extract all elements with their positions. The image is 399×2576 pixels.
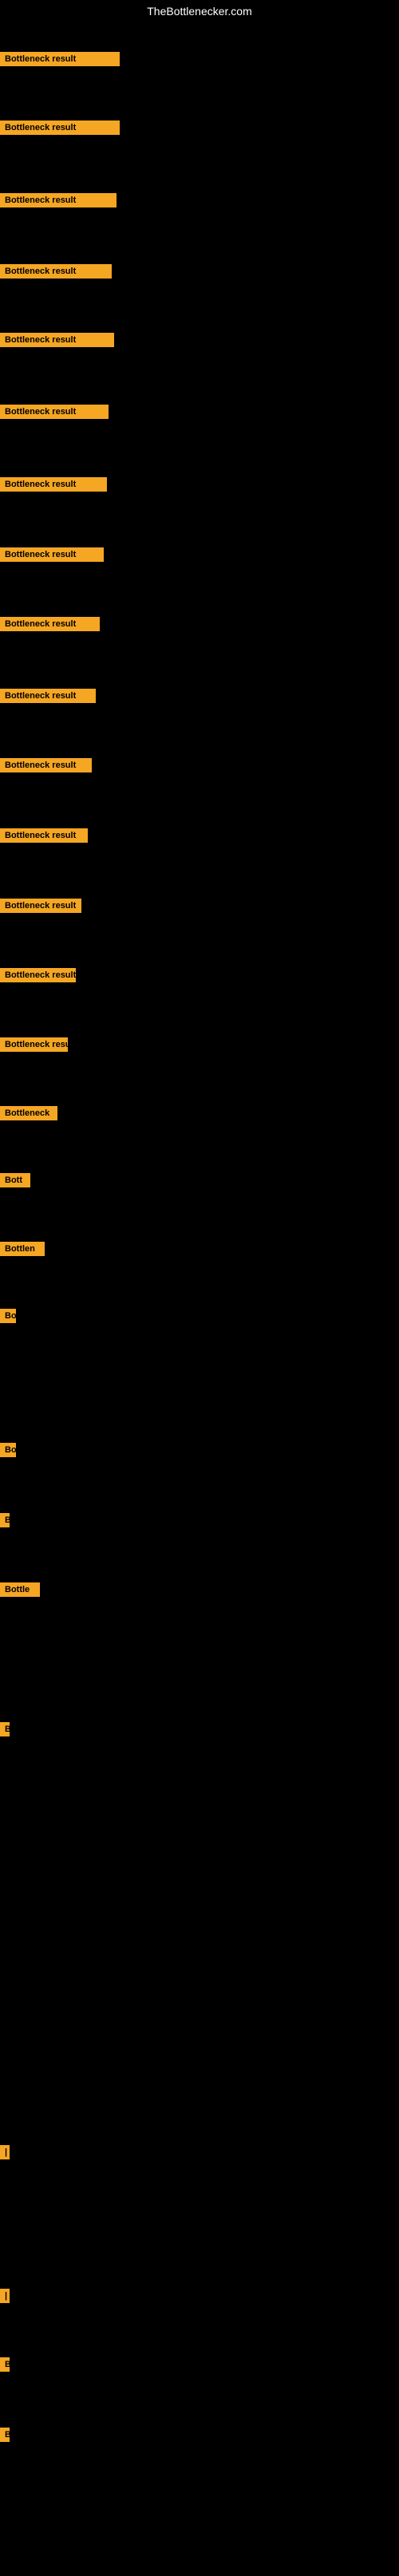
bottleneck-result-badge: Bottleneck result (0, 121, 120, 135)
bottleneck-result-badge: Bottleneck result (0, 899, 81, 913)
bottleneck-result-badge: B (0, 2428, 10, 2442)
bottleneck-result-badge: Bottlen (0, 1242, 45, 1256)
bottleneck-result-badge: Bottleneck result (0, 333, 114, 347)
bottleneck-result-badge: Bo (0, 1309, 16, 1323)
bottleneck-result-badge: Bottleneck (0, 1106, 57, 1120)
bottleneck-result-badge: B (0, 2357, 10, 2372)
bottleneck-result-badge: Bottleneck result (0, 968, 76, 982)
bottleneck-result-badge: Bottleneck result (0, 477, 107, 492)
bottleneck-result-badge: Bottleneck result (0, 52, 120, 66)
bottleneck-result-badge: | (0, 2289, 10, 2303)
bottleneck-result-badge: Bottleneck result (0, 828, 88, 843)
site-title: TheBottlenecker.com (0, 0, 399, 22)
bottleneck-result-badge: Bottleneck result (0, 193, 117, 207)
bottleneck-result-badge: | (0, 2145, 10, 2159)
bottleneck-result-badge: Bottleneck result (0, 264, 112, 279)
bottleneck-result-badge: Bottleneck result (0, 758, 92, 772)
bottleneck-result-badge: Bott (0, 1173, 30, 1187)
bottleneck-result-badge: Bottle (0, 1582, 40, 1597)
bottleneck-result-badge: Bottleneck result (0, 617, 100, 631)
bottleneck-result-badge: B (0, 1722, 10, 1736)
bottleneck-result-badge: Bottleneck result (0, 547, 104, 562)
bottleneck-result-badge: Bottleneck result (0, 405, 109, 419)
bottleneck-result-badge: B (0, 1513, 10, 1527)
bottleneck-result-badge: Bottleneck result (0, 689, 96, 703)
bottleneck-result-badge: Bottleneck result (0, 1037, 68, 1052)
bottleneck-result-badge: Bo (0, 1443, 16, 1457)
